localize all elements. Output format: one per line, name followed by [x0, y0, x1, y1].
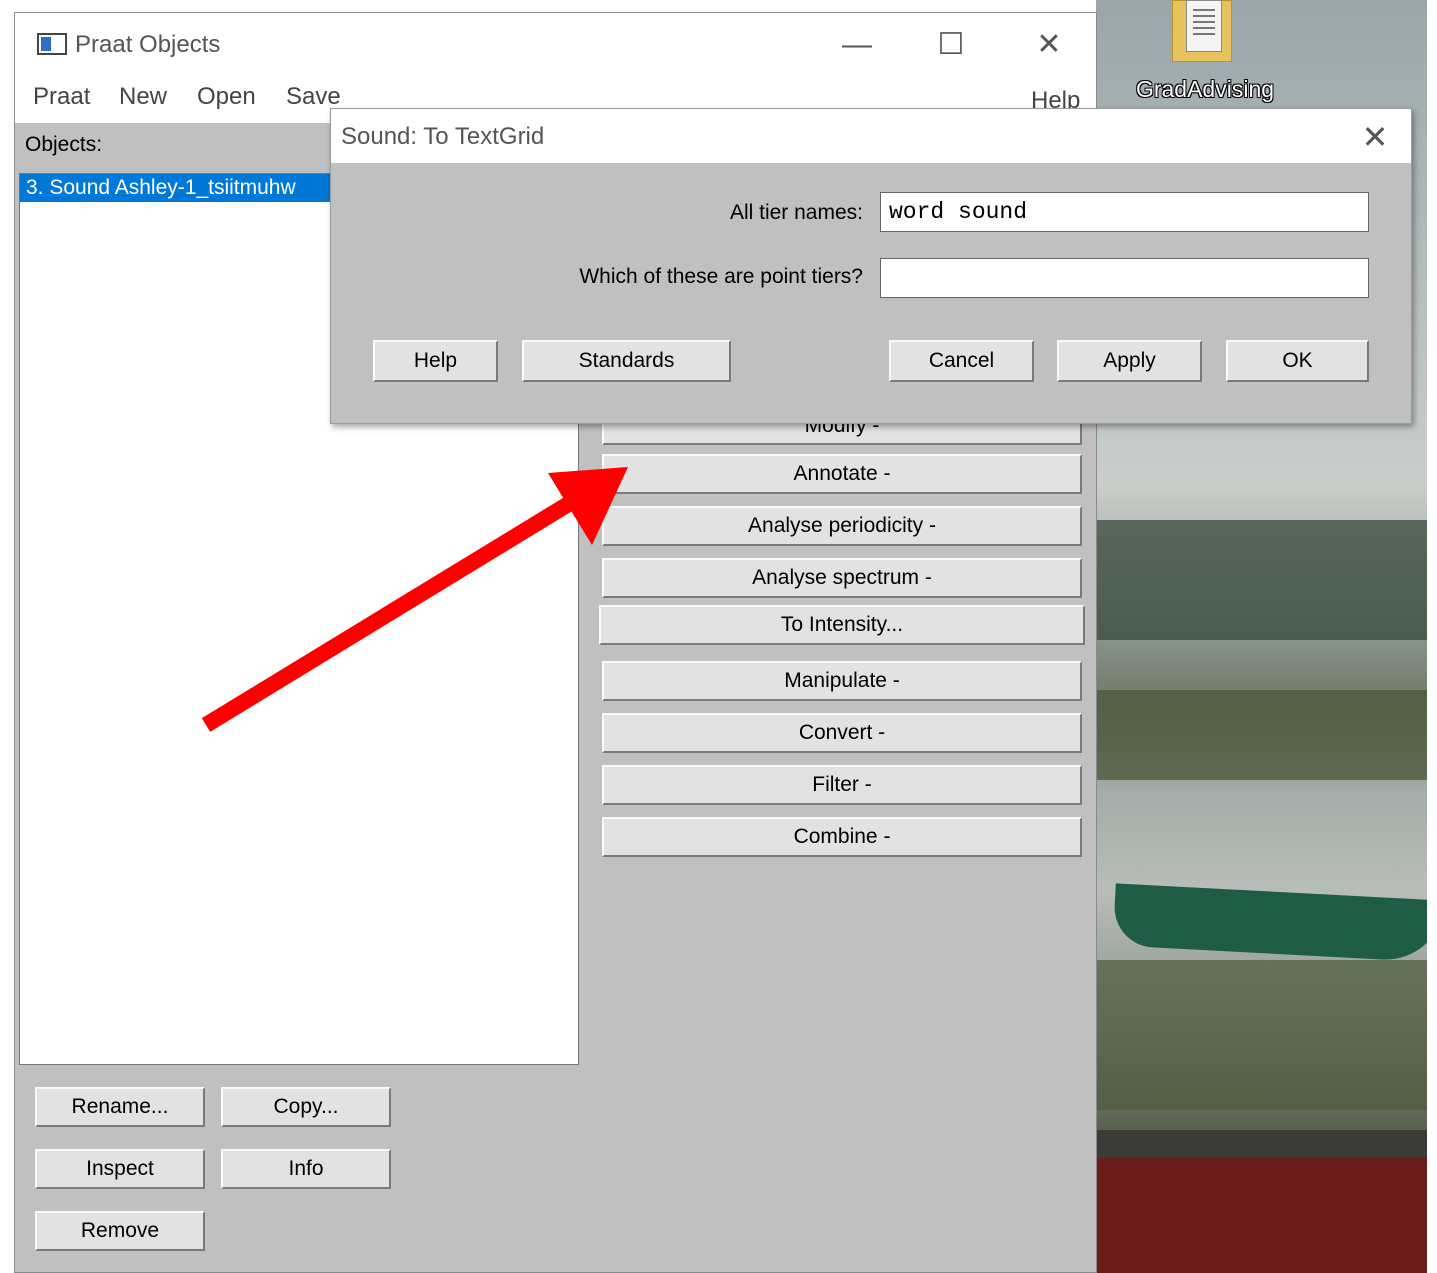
remove-button[interactable]: Remove [35, 1211, 205, 1251]
cancel-button[interactable]: Cancel [889, 340, 1034, 382]
rename-button[interactable]: Rename... [35, 1087, 205, 1127]
tier-names-input[interactable]: word sound [880, 192, 1369, 232]
point-tiers-input[interactable] [880, 258, 1369, 298]
wallpaper-green-canoe [1112, 883, 1427, 963]
ok-button[interactable]: OK [1226, 340, 1369, 382]
analyse-spectrum-button[interactable]: Analyse spectrum - [602, 558, 1082, 598]
filter-button[interactable]: Filter - [602, 765, 1082, 805]
dialog-close-button[interactable]: ✕ [1355, 117, 1395, 157]
point-tiers-label: Which of these are point tiers? [579, 265, 863, 288]
info-button[interactable]: Info [221, 1149, 391, 1189]
menu-praat[interactable]: Praat [33, 83, 90, 111]
standards-button[interactable]: Standards [522, 340, 731, 382]
to-textgrid-dialog: Sound: To TextGrid ✕ All tier names: wor… [330, 108, 1412, 424]
manipulate-button[interactable]: Manipulate - [602, 661, 1082, 701]
analyse-periodicity-button[interactable]: Analyse periodicity - [602, 506, 1082, 546]
red-arrow-annotation [201, 467, 628, 732]
maximize-button[interactable]: ☐ [921, 27, 981, 63]
copy-button[interactable]: Copy... [221, 1087, 391, 1127]
praat-app-icon [37, 33, 67, 55]
screen-edge [1427, 0, 1437, 1273]
wallpaper-trees [1096, 520, 1427, 640]
close-button[interactable]: ✕ [1019, 27, 1079, 63]
convert-button[interactable]: Convert - [602, 713, 1082, 753]
arrow-shaft [201, 493, 580, 732]
document-icon [1186, 0, 1222, 52]
object-name: 3. Sound Ashley-1_tsiitmuhw [26, 176, 296, 199]
menu-save[interactable]: Save [286, 83, 341, 111]
desktop-icon-gradadvising[interactable]: GradAdvising [1120, 0, 1290, 110]
apply-button[interactable]: Apply [1057, 340, 1202, 382]
minimize-button[interactable]: — [827, 27, 887, 63]
menu-new[interactable]: New [119, 83, 167, 111]
wallpaper-red-canoe-rim [1096, 1130, 1427, 1158]
menu-open[interactable]: Open [197, 83, 256, 111]
dialog-title: Sound: To TextGrid [341, 123, 545, 150]
objects-label: Objects: [25, 133, 103, 156]
window-title: Praat Objects [75, 31, 221, 58]
window-titlebar[interactable]: Praat Objects — ☐ ✕ [15, 13, 1096, 73]
wallpaper-foreshore [1096, 960, 1427, 1110]
desktop-icon-label: GradAdvising [1135, 76, 1275, 102]
dialog-titlebar[interactable]: Sound: To TextGrid ✕ [331, 109, 1411, 163]
wallpaper-shore [1096, 690, 1427, 780]
combine-button[interactable]: Combine - [602, 817, 1082, 857]
annotate-button[interactable]: Annotate - [602, 454, 1082, 494]
to-intensity-button[interactable]: To Intensity... [599, 605, 1085, 645]
inspect-button[interactable]: Inspect [35, 1149, 205, 1189]
dialog-help-button[interactable]: Help [373, 340, 498, 382]
tier-names-label: All tier names: [729, 201, 863, 224]
